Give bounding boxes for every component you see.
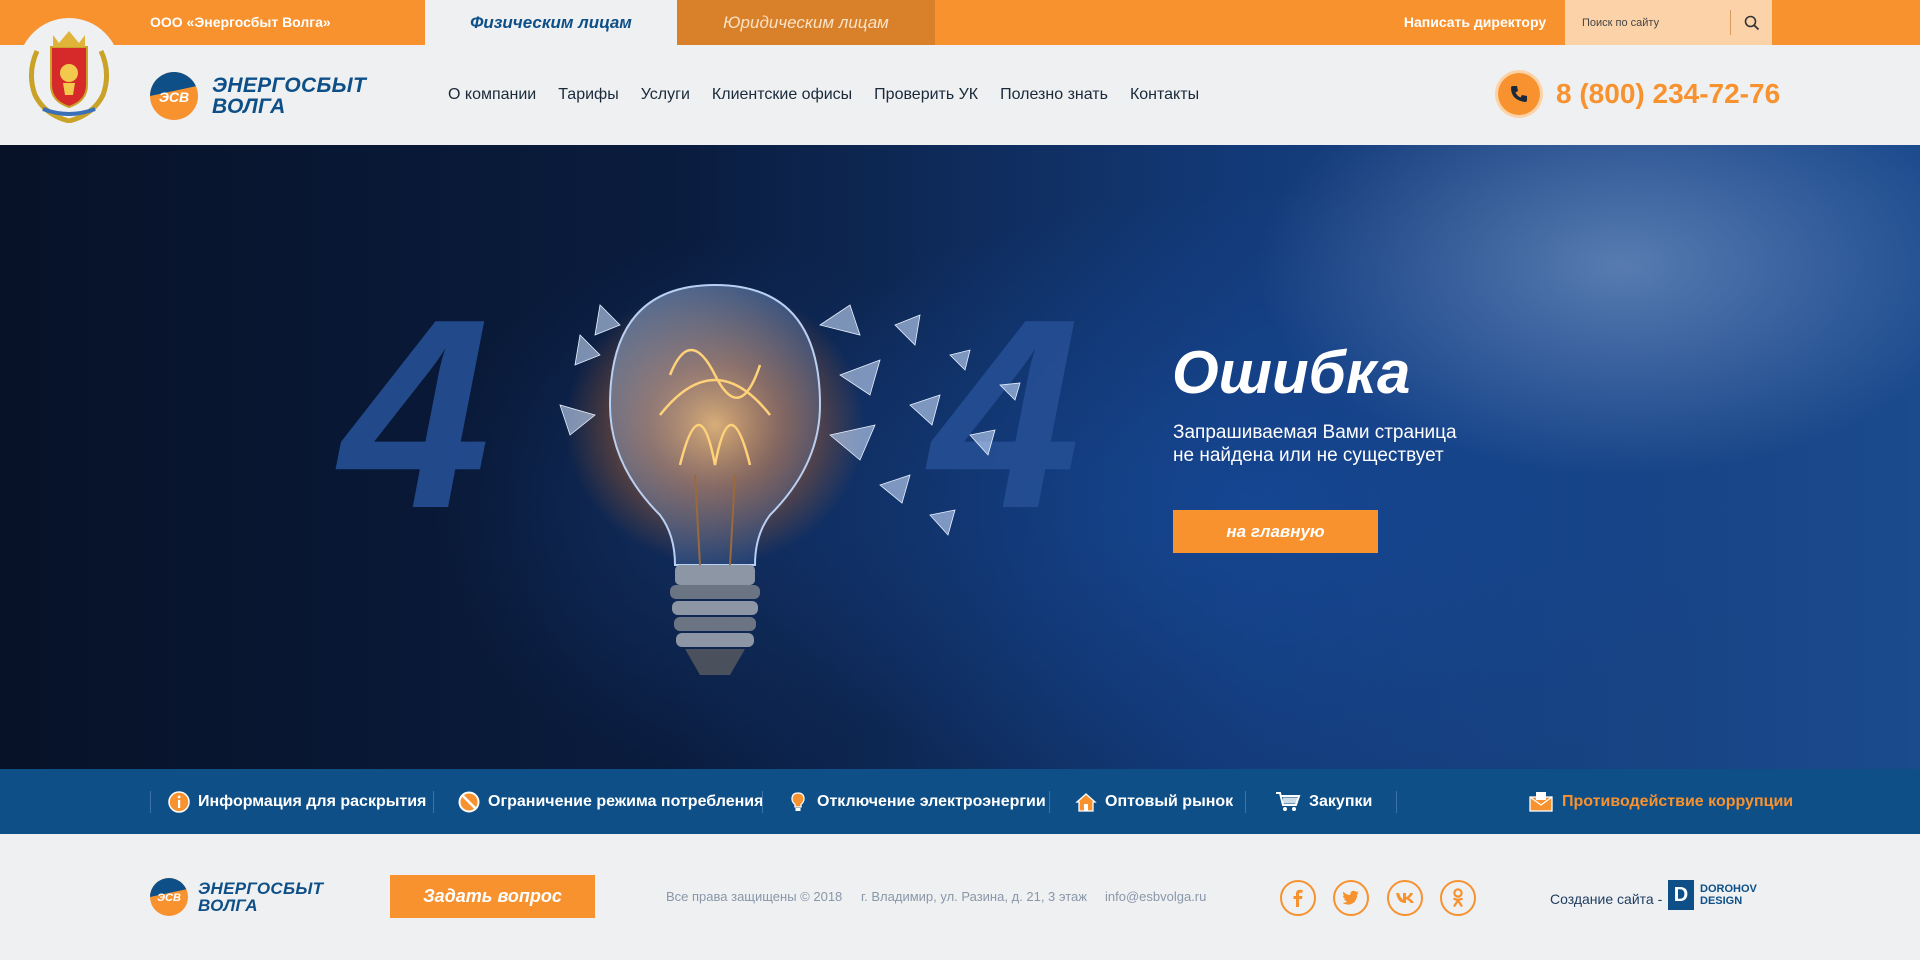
company-name: ООО «Энергосбыт Волга» [150, 14, 331, 30]
divider [150, 791, 151, 813]
twitter-link[interactable] [1333, 880, 1369, 916]
link-wholesale-market[interactable]: Оптовый рынок [1075, 769, 1233, 834]
search-box [1565, 0, 1772, 45]
search-button[interactable] [1731, 0, 1772, 45]
divider [433, 791, 434, 813]
copyright-text: Все права защищены © 2018 [666, 889, 843, 904]
link-power-outage[interactable]: Отключение электроэнергии [787, 769, 1046, 834]
divider [1396, 791, 1397, 813]
facebook-link[interactable] [1280, 880, 1316, 916]
divider [762, 791, 763, 813]
nav-item-contacts[interactable]: Контакты [1130, 86, 1199, 104]
nav-item-check-uk[interactable]: Проверить УК [874, 86, 978, 104]
top-bar: ООО «Энергосбыт Волга» Физическим лицам … [0, 0, 1920, 45]
error-description: Запрашиваемая Вами страница не найдена и… [1173, 422, 1457, 466]
facebook-icon [1293, 889, 1303, 907]
odnoklassniki-icon [1452, 888, 1464, 908]
link-anti-corruption[interactable]: Противодействие коррупции [1528, 769, 1793, 834]
odnoklassniki-link[interactable] [1440, 880, 1476, 916]
search-input[interactable] [1565, 0, 1730, 45]
nav-item-useful[interactable]: Полезно знать [1000, 86, 1108, 104]
coat-of-arms-icon [29, 31, 109, 123]
footer-logo[interactable]: ЭСВ ЭНЕРГОСБЫТ ВОЛГА [150, 878, 323, 916]
vk-link[interactable] [1387, 880, 1423, 916]
bulb-icon [787, 791, 809, 813]
search-icon [1744, 15, 1759, 30]
nav-item-about[interactable]: О компании [448, 86, 536, 104]
divider [1049, 791, 1050, 813]
envelope-icon [1528, 791, 1554, 813]
house-icon [1075, 791, 1097, 813]
home-button[interactable]: на главную [1173, 510, 1378, 553]
main-nav: О компании Тарифы Услуги Клиентские офис… [448, 80, 1221, 110]
phone-button[interactable] [1498, 73, 1540, 115]
restriction-icon [458, 791, 480, 813]
link-disclosure-info[interactable]: Информация для раскрытия [168, 769, 426, 834]
broken-lightbulb-image [559, 283, 1021, 675]
quick-links-bar: Информация для раскрытия Ограничение реж… [0, 769, 1920, 834]
coat-of-arms-emblem [18, 18, 120, 128]
write-director-link[interactable]: Написать директору [1385, 0, 1565, 45]
email-link[interactable]: info@esbvolga.ru [1105, 889, 1206, 904]
info-icon [168, 790, 190, 813]
nav-item-services[interactable]: Услуги [641, 86, 690, 104]
twitter-icon [1342, 890, 1359, 905]
nav-item-client-offices[interactable]: Клиентские офисы [712, 86, 852, 104]
nav-item-tariffs[interactable]: Тарифы [558, 86, 618, 104]
phone-icon [1511, 86, 1527, 102]
dorohov-design-logo[interactable]: D DOROHOV DESIGN [1668, 880, 1757, 910]
ask-question-button[interactable]: Задать вопрос [390, 875, 595, 918]
error-title: Ошибка [1172, 339, 1411, 406]
site-logo[interactable]: ЭСВ ЭНЕРГОСБЫТ ВОЛГА [150, 72, 366, 120]
phone-number[interactable]: 8 (800) 234-72-76 [1556, 74, 1780, 114]
footer-logo-text: ЭНЕРГОСБЫТ ВОЛГА [198, 879, 324, 915]
link-procurement[interactable]: Закупки [1275, 769, 1372, 834]
designer-mark: D [1668, 880, 1694, 910]
address-text: г. Владимир, ул. Разина, д. 21, 3 этаж [861, 889, 1087, 904]
cart-icon [1275, 791, 1301, 813]
link-consumption-restriction[interactable]: Ограничение режима потребления [458, 769, 763, 834]
footer: ЭСВ ЭНЕРГОСБЫТ ВОЛГА Задать вопрос Все п… [0, 834, 1920, 960]
divider [1245, 791, 1246, 813]
designer-name: DOROHOV DESIGN [1700, 883, 1757, 907]
error-digit-left: 4 [340, 264, 491, 565]
tab-individuals[interactable]: Физическим лицам [425, 0, 677, 45]
logo-text: ЭНЕРГОСБЫТ ВОЛГА [212, 74, 367, 118]
logo-mark: ЭСВ [150, 72, 198, 120]
tab-legal-entities[interactable]: Юридическим лицам [677, 0, 935, 45]
site-creator-label: Создание сайта - [1550, 891, 1663, 907]
footer-logo-mark: ЭСВ [150, 878, 188, 916]
hero-banner: 4 4 Ошибка Запрашиваемая Вами страница н… [0, 145, 1920, 769]
vk-icon [1396, 893, 1414, 903]
